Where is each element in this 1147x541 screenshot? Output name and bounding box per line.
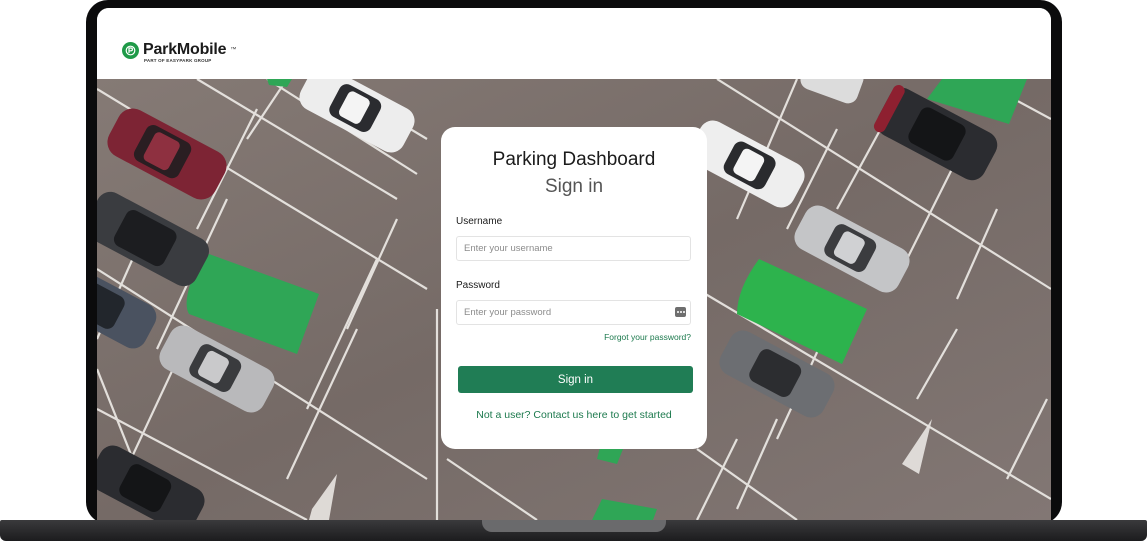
contact-us-link[interactable]: Not a user? Contact us here to get start…	[441, 409, 707, 421]
page-subtitle: Sign in	[544, 176, 604, 197]
password-manager-icon[interactable]	[675, 307, 686, 317]
forgot-password-link[interactable]: Forgot your password?	[604, 332, 691, 342]
password-input[interactable]	[456, 300, 691, 325]
password-label: Password	[456, 280, 500, 291]
username-input[interactable]	[456, 236, 691, 261]
app-header: ParkMobile ™ PART OF EASYPARK GROUP	[97, 8, 1051, 79]
brand-subtitle: PART OF EASYPARK GROUP	[144, 58, 212, 63]
parkmobile-logo[interactable]: ParkMobile ™	[122, 41, 236, 59]
parkmobile-logo-icon	[122, 41, 139, 59]
username-label: Username	[456, 216, 503, 227]
sign-in-button[interactable]: Sign in	[458, 366, 693, 393]
laptop-notch	[482, 520, 666, 532]
laptop-screen: ParkMobile ™ PART OF EASYPARK GROUP Park…	[97, 8, 1051, 520]
brand-name: ParkMobile	[143, 41, 227, 58]
page-title: Parking Dashboard	[492, 149, 656, 170]
login-card: Parking Dashboard Sign in Username Passw…	[441, 127, 707, 449]
brand-trademark: ™	[230, 47, 237, 53]
